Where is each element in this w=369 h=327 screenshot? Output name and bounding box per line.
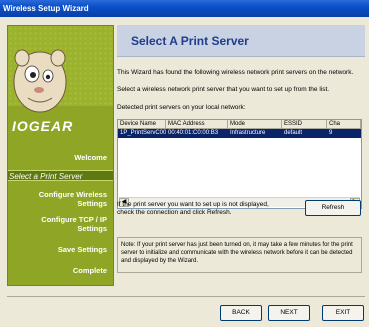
cell-essid: default <box>284 130 303 136</box>
cell-mac-address: 00:40:01:C0:00:B3 <box>168 130 219 136</box>
intro-line-1: This Wizard has found the following wire… <box>117 69 354 76</box>
page-header: Select A Print Server <box>117 25 365 57</box>
cell-channel: 9 <box>329 130 333 136</box>
page-title: Select A Print Server <box>131 34 249 48</box>
list-header: Device Name MAC Address Mode ESSID Cha <box>118 120 361 129</box>
next-button[interactable]: NEXT <box>268 305 310 321</box>
main-panel: Select A Print Server This Wizard has fo… <box>117 25 365 286</box>
table-row[interactable]: 1P_PrintServC000B3 00:40:01:C0:00:B3 Inf… <box>118 129 361 138</box>
step-configure-tcpip: Configure TCP / IP Settings <box>41 215 107 233</box>
column-mode[interactable]: Mode <box>228 120 282 128</box>
step-configure-wireless: Configure Wireless Settings <box>38 190 107 208</box>
step-save-settings: Save Settings <box>57 245 107 254</box>
window-title: Wireless Setup Wizard <box>0 0 369 17</box>
wizard-sidebar: IOGEAR Welcome Select a Print Server Con… <box>7 25 114 286</box>
exit-button[interactable]: EXIT <box>322 305 364 321</box>
refresh-hint: If the print server you want to set up i… <box>117 201 269 216</box>
step-complete: Complete <box>72 266 107 275</box>
mascot-icon <box>13 49 67 113</box>
column-mac-address[interactable]: MAC Address <box>166 120 228 128</box>
back-button[interactable]: BACK <box>220 305 262 321</box>
iogear-logo: IOGEAR <box>12 118 74 134</box>
detected-label: Detected print servers on your local net… <box>117 104 246 111</box>
footer-divider <box>7 296 365 297</box>
column-essid[interactable]: ESSID <box>282 120 327 128</box>
print-server-list[interactable]: Device Name MAC Address Mode ESSID Cha 1… <box>117 119 362 209</box>
column-channel[interactable]: Cha <box>327 120 361 128</box>
step-welcome: Welcome <box>74 153 107 162</box>
column-device-name[interactable]: Device Name <box>118 120 166 128</box>
cell-mode: Infrastructure <box>230 130 266 136</box>
refresh-button[interactable]: Refresh <box>305 200 361 216</box>
cell-device-name: 1P_PrintServC000B3 <box>120 130 166 136</box>
intro-line-2: Select a wireless network print server t… <box>117 86 330 93</box>
step-select-print-server: Select a Print Server <box>8 170 113 181</box>
note-box: Note: If your print server has just been… <box>117 237 362 273</box>
